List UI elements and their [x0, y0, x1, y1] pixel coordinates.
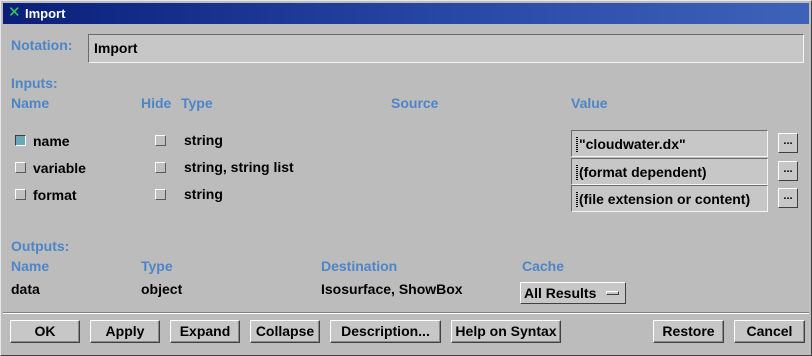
input-variable-label: variable [33, 160, 86, 176]
inputs-header-type: Type [181, 95, 213, 111]
inputs-header-name: Name [11, 95, 50, 111]
apply-button[interactable]: Apply [90, 320, 160, 343]
input-name-toggle[interactable] [15, 135, 26, 146]
inputs-header-source: Source [391, 95, 439, 111]
input-variable-hide-toggle[interactable] [155, 162, 166, 173]
input-variable-value: (format dependent) [579, 164, 707, 180]
input-name-hide-toggle[interactable] [155, 135, 166, 146]
help-on-syntax-button[interactable]: Help on Syntax [451, 320, 561, 343]
input-format-hide-toggle[interactable] [155, 189, 166, 200]
option-menu-indicator-icon [606, 291, 619, 295]
notation-label: Notation: [11, 37, 73, 53]
output-data-type: object [141, 281, 183, 297]
outputs-section-label: Outputs: [11, 238, 70, 254]
inputs-section-label: Inputs: [11, 75, 58, 91]
cache-option-menu[interactable]: All Results [520, 282, 626, 304]
input-format-browse-button[interactable]: ... [778, 188, 798, 208]
outputs-header-destination: Destination [321, 258, 398, 274]
input-name-type: string [184, 132, 223, 148]
input-format-type: string [184, 186, 223, 202]
input-variable-toggle[interactable] [15, 162, 26, 173]
expand-button[interactable]: Expand [170, 320, 240, 343]
input-name-label: name [33, 133, 70, 149]
output-data-name: data [11, 281, 40, 297]
button-bar-divider [3, 312, 809, 314]
input-variable-type: string, string list [184, 159, 294, 175]
text-caret [576, 192, 578, 207]
window-title: Import [25, 6, 66, 21]
outputs-header-cache: Cache [522, 258, 565, 274]
input-name-value: "cloudwater.dx" [579, 136, 686, 152]
outputs-header-type: Type [141, 258, 173, 274]
input-format-toggle[interactable] [15, 189, 26, 200]
input-name-value-field[interactable]: "cloudwater.dx" [571, 130, 768, 157]
input-format-value-field[interactable]: (file extension or content) [571, 185, 768, 212]
text-caret [576, 165, 578, 180]
ok-button[interactable]: OK [10, 320, 80, 343]
inputs-header-hide: Hide [141, 95, 172, 111]
input-variable-value-field[interactable]: (format dependent) [571, 158, 768, 185]
restore-button[interactable]: Restore [653, 320, 724, 343]
x-window-icon: ✕ [8, 4, 21, 21]
outputs-header-name: Name [11, 258, 50, 274]
inputs-header-value: Value [571, 95, 608, 111]
title-bar[interactable]: ✕ Import [3, 3, 809, 24]
input-variable-browse-button[interactable]: ... [778, 161, 798, 181]
cancel-button[interactable]: Cancel [734, 320, 805, 343]
collapse-button[interactable]: Collapse [250, 320, 320, 343]
input-format-value: (file extension or content) [579, 191, 751, 207]
description-button[interactable]: Description... [330, 320, 441, 343]
input-name-browse-button[interactable]: ... [778, 133, 798, 153]
text-caret [576, 137, 578, 152]
import-dialog: ✕ Import Notation: Import Inputs: Name H… [0, 0, 812, 356]
input-format-label: format [33, 187, 77, 203]
output-data-destination: Isosurface, ShowBox [321, 281, 463, 297]
notation-field[interactable]: Import [88, 34, 804, 63]
cache-option-value: All Results [524, 285, 597, 301]
notation-value: Import [94, 40, 138, 56]
